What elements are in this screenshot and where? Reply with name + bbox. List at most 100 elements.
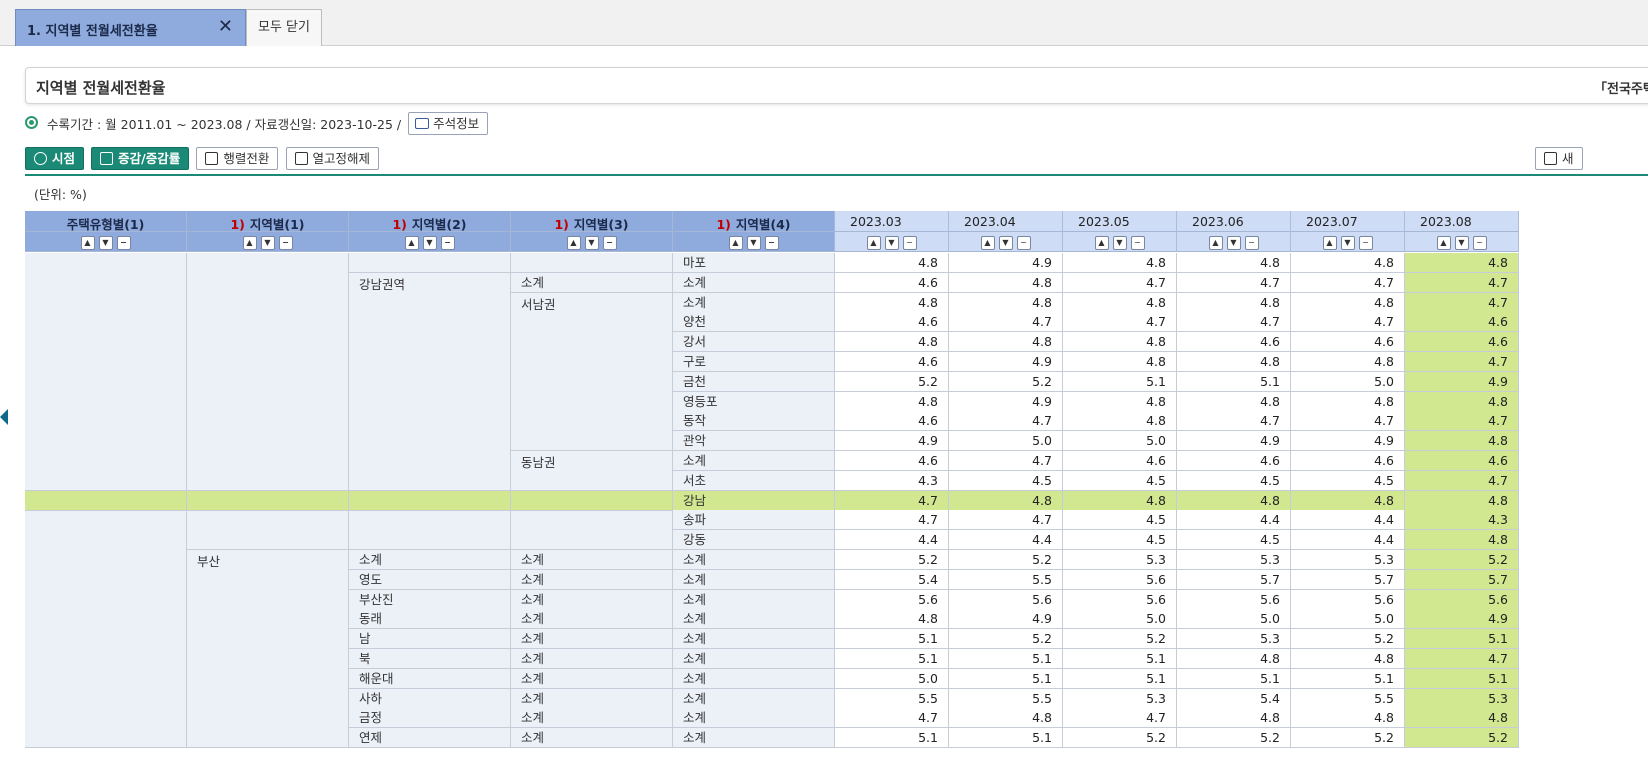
value-cell[interactable]: 5.2 (1291, 728, 1405, 749)
value-cell[interactable]: 5.2 (949, 550, 1063, 570)
value-cell[interactable]: 5.2 (1405, 550, 1519, 570)
value-cell[interactable]: 5.1 (1405, 629, 1519, 650)
value-cell[interactable]: 4.5 (1063, 510, 1177, 531)
value-cell[interactable]: 4.6 (1291, 332, 1405, 353)
sort-ascending-icon[interactable]: ▲ (1322, 235, 1337, 250)
value-cell[interactable]: 4.7 (1405, 649, 1519, 669)
value-cell[interactable]: 4.3 (1405, 510, 1519, 531)
value-cell[interactable]: 4.4 (835, 530, 949, 551)
value-cell[interactable]: 5.3 (1405, 688, 1519, 709)
value-cell[interactable]: 5.2 (1177, 728, 1291, 749)
value-cell[interactable]: 4.7 (1405, 352, 1519, 372)
value-cell[interactable]: 5.3 (1177, 629, 1291, 650)
value-cell[interactable]: 5.2 (1405, 728, 1519, 749)
value-cell[interactable]: 4.8 (1177, 649, 1291, 669)
value-cell[interactable]: 4.7 (1063, 708, 1177, 729)
time-button[interactable]: 시점 (25, 147, 85, 170)
value-cell[interactable]: 5.0 (1291, 371, 1405, 392)
value-cell[interactable]: 4.4 (949, 530, 1063, 551)
value-cell[interactable]: 5.0 (1177, 609, 1291, 630)
value-cell[interactable]: 4.8 (835, 609, 949, 630)
value-cell[interactable]: 4.8 (1177, 253, 1291, 273)
value-cell[interactable]: 4.7 (949, 510, 1063, 531)
value-cell[interactable]: 5.7 (1405, 569, 1519, 590)
sort-descending-icon[interactable]: ▼ (98, 235, 113, 250)
collapse-icon[interactable]: − (602, 235, 617, 250)
value-cell[interactable]: 4.6 (1405, 332, 1519, 353)
collapse-panel-icon[interactable] (0, 409, 8, 425)
value-cell[interactable]: 4.9 (949, 609, 1063, 630)
sort-descending-icon[interactable]: ▼ (260, 235, 275, 250)
value-cell[interactable]: 4.9 (835, 431, 949, 452)
value-cell[interactable]: 4.8 (1063, 411, 1177, 432)
sort-ascending-icon[interactable]: ▲ (728, 235, 743, 250)
collapse-icon[interactable]: − (764, 235, 779, 250)
dimension-column-header[interactable]: 1) 지역별(3) (511, 211, 673, 232)
value-cell[interactable]: 4.5 (1063, 530, 1177, 551)
sort-descending-icon[interactable]: ▼ (584, 235, 599, 250)
collapse-icon[interactable]: − (1472, 235, 1487, 250)
value-cell[interactable]: 5.2 (835, 371, 949, 392)
value-cell[interactable]: 5.4 (1177, 688, 1291, 709)
value-cell[interactable]: 4.8 (1291, 649, 1405, 669)
sort-ascending-icon[interactable]: ▲ (1436, 235, 1451, 250)
value-cell[interactable]: 4.7 (949, 312, 1063, 333)
value-cell[interactable]: 4.8 (1177, 352, 1291, 372)
date-column-header[interactable]: 2023.03 (835, 211, 949, 232)
value-cell[interactable]: 4.7 (1291, 312, 1405, 333)
value-cell[interactable]: 4.8 (949, 332, 1063, 353)
value-cell[interactable]: 4.7 (1405, 272, 1519, 293)
value-cell[interactable]: 5.7 (1291, 569, 1405, 590)
value-cell[interactable]: 4.8 (1177, 708, 1291, 729)
value-cell[interactable]: 5.4 (835, 569, 949, 590)
value-cell[interactable]: 4.7 (835, 708, 949, 729)
value-cell[interactable]: 5.5 (835, 688, 949, 709)
collapse-icon[interactable]: − (902, 235, 917, 250)
sort-descending-icon[interactable]: ▼ (1226, 235, 1241, 250)
value-cell[interactable]: 5.6 (949, 589, 1063, 610)
value-cell[interactable]: 4.9 (1405, 609, 1519, 630)
value-cell[interactable]: 4.9 (1405, 371, 1519, 392)
value-cell[interactable]: 5.5 (1291, 688, 1405, 709)
sort-ascending-icon[interactable]: ▲ (242, 235, 257, 250)
value-cell[interactable]: 4.9 (1177, 431, 1291, 452)
value-cell[interactable]: 4.4 (1177, 510, 1291, 531)
value-cell[interactable]: 4.8 (1177, 292, 1291, 313)
value-cell[interactable]: 4.8 (1405, 431, 1519, 452)
sort-ascending-icon[interactable]: ▲ (566, 235, 581, 250)
sort-descending-icon[interactable]: ▼ (884, 235, 899, 250)
value-cell[interactable]: 4.8 (1405, 530, 1519, 551)
value-cell[interactable]: 5.1 (835, 629, 949, 650)
value-cell[interactable]: 4.5 (1291, 470, 1405, 491)
dimension-column-header[interactable]: 1) 지역별(4) (673, 211, 835, 232)
new-window-button[interactable]: 새 (1535, 147, 1583, 170)
date-column-header[interactable]: 2023.07 (1291, 211, 1405, 232)
value-cell[interactable]: 4.9 (949, 391, 1063, 412)
value-cell[interactable]: 5.1 (1063, 371, 1177, 392)
date-column-header[interactable]: 2023.08 (1405, 211, 1519, 232)
collapse-icon[interactable]: − (116, 235, 131, 250)
value-cell[interactable]: 4.8 (1291, 490, 1405, 511)
value-cell[interactable]: 4.8 (1405, 708, 1519, 729)
value-cell[interactable]: 4.5 (1177, 470, 1291, 491)
value-cell[interactable]: 4.9 (1291, 431, 1405, 452)
dimension-column-header[interactable]: 1) 지역별(2) (349, 211, 511, 232)
value-cell[interactable]: 4.8 (949, 708, 1063, 729)
value-cell[interactable]: 4.7 (949, 411, 1063, 432)
value-cell[interactable]: 4.7 (1063, 312, 1177, 333)
release-columns-button[interactable]: 열고정해제 (285, 147, 380, 170)
value-cell[interactable]: 5.1 (1177, 371, 1291, 392)
value-cell[interactable]: 4.7 (835, 510, 949, 531)
value-cell[interactable]: 5.5 (949, 688, 1063, 709)
value-cell[interactable]: 5.1 (1177, 668, 1291, 689)
close-all-tab[interactable]: 모두 닫기 (246, 9, 322, 46)
value-cell[interactable]: 5.6 (1291, 589, 1405, 610)
value-cell[interactable]: 5.1 (949, 728, 1063, 749)
value-cell[interactable]: 5.6 (1063, 569, 1177, 590)
value-cell[interactable]: 5.0 (835, 668, 949, 689)
value-cell[interactable]: 4.8 (1063, 292, 1177, 313)
sort-ascending-icon[interactable]: ▲ (1094, 235, 1109, 250)
value-cell[interactable]: 4.7 (949, 451, 1063, 471)
value-cell[interactable]: 4.8 (1063, 490, 1177, 511)
value-cell[interactable]: 4.7 (1291, 411, 1405, 432)
